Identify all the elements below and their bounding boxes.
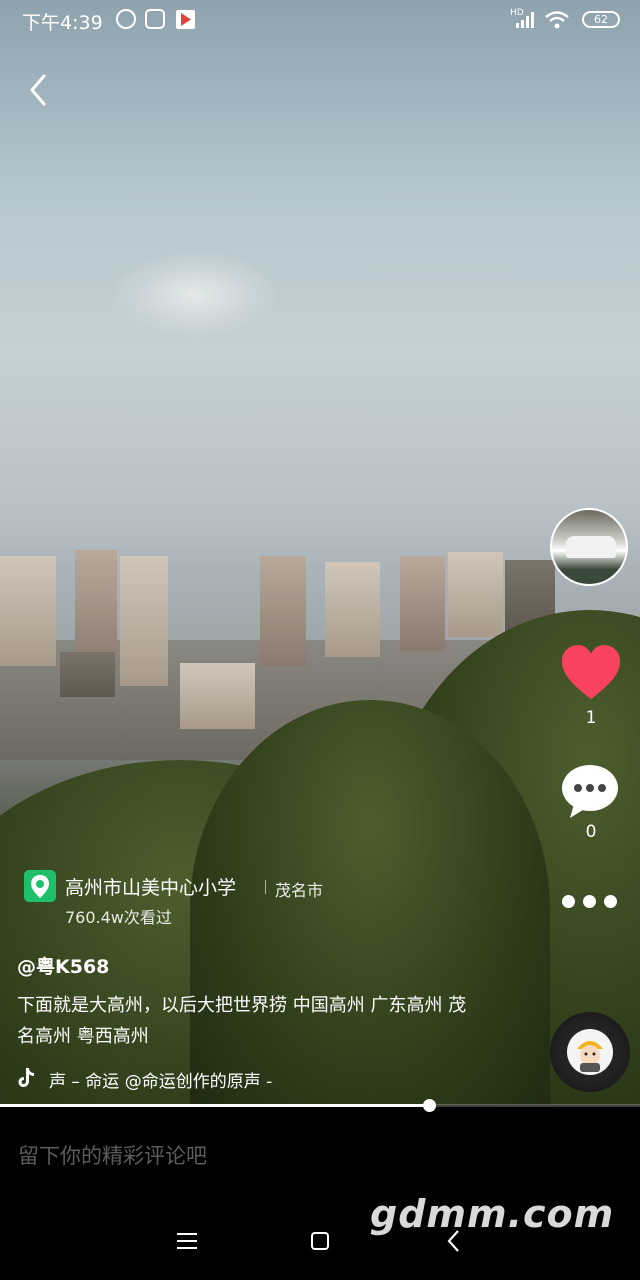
- more-dots-icon: [583, 895, 596, 908]
- cloud: [110, 250, 280, 340]
- building: [60, 652, 115, 697]
- location-badge[interactable]: [24, 870, 56, 902]
- comment-bubble-icon: [562, 765, 618, 818]
- author-avatar[interactable]: [550, 508, 628, 586]
- music-title: 声 – 命运 @命运创作的原声 -: [49, 1072, 273, 1092]
- back-button[interactable]: [24, 70, 56, 110]
- chevron-left-icon: [447, 1230, 459, 1252]
- avatar-car: [566, 536, 616, 558]
- more-dots-icon: [604, 895, 617, 908]
- status-time: 下午4:39: [22, 12, 103, 34]
- wifi-icon: [545, 11, 569, 29]
- disc-cover: [567, 1029, 613, 1075]
- progress-handle[interactable]: [422, 1099, 436, 1112]
- browser-icon: [145, 9, 165, 29]
- building: [448, 552, 503, 637]
- battery-indicator: 62: [582, 11, 620, 28]
- location-separator: [265, 880, 266, 894]
- building: [120, 556, 168, 686]
- cartoon-avatar-icon: [577, 1041, 603, 1072]
- location-city: 茂名市: [275, 881, 324, 900]
- building: [180, 663, 255, 729]
- like-button[interactable]: [560, 643, 622, 701]
- building: [400, 556, 445, 651]
- signal-icon: [516, 12, 534, 28]
- location-pin-icon: [31, 875, 49, 898]
- more-button[interactable]: [558, 893, 622, 913]
- music-disc[interactable]: [550, 1012, 630, 1092]
- comment-button[interactable]: [560, 762, 620, 822]
- like-count: 1: [585, 708, 597, 728]
- notification-icon: [116, 9, 136, 29]
- heart-icon: [562, 645, 620, 699]
- tiktok-note-icon: [18, 1068, 34, 1087]
- status-bar: 下午4:39 HD 62: [0, 0, 640, 40]
- nav-home-button[interactable]: [311, 1232, 329, 1250]
- more-dots-icon: [562, 895, 575, 908]
- video-player[interactable]: [0, 0, 640, 1105]
- play-store-icon: [176, 10, 195, 29]
- building: [325, 562, 380, 657]
- comment-count: 0: [585, 822, 597, 842]
- comment-input[interactable]: 留下你的精彩评论吧: [18, 1140, 207, 1170]
- location-views: 760.4w次看过: [65, 908, 172, 927]
- progress-fill: [0, 1104, 429, 1107]
- nav-menu-button[interactable]: [176, 1232, 198, 1250]
- author-name[interactable]: @粤K568: [17, 952, 109, 979]
- nav-back-button[interactable]: [446, 1229, 462, 1253]
- chevron-left-icon: [30, 74, 46, 106]
- menu-icon: [177, 1233, 197, 1249]
- video-screen: 下午4:39 HD 62 1 0 高州市山美中心小学 茂名市 760.4w次看过…: [0, 0, 640, 1280]
- location-name[interactable]: 高州市山美中心小学: [65, 873, 236, 900]
- watermark: gdmm.com: [370, 1192, 615, 1236]
- building: [260, 556, 306, 666]
- building: [0, 556, 56, 666]
- video-caption: 下面就是大高州，以后大把世界捞 中国高州 广东高州 茂名高州 粤西高州: [17, 995, 467, 1047]
